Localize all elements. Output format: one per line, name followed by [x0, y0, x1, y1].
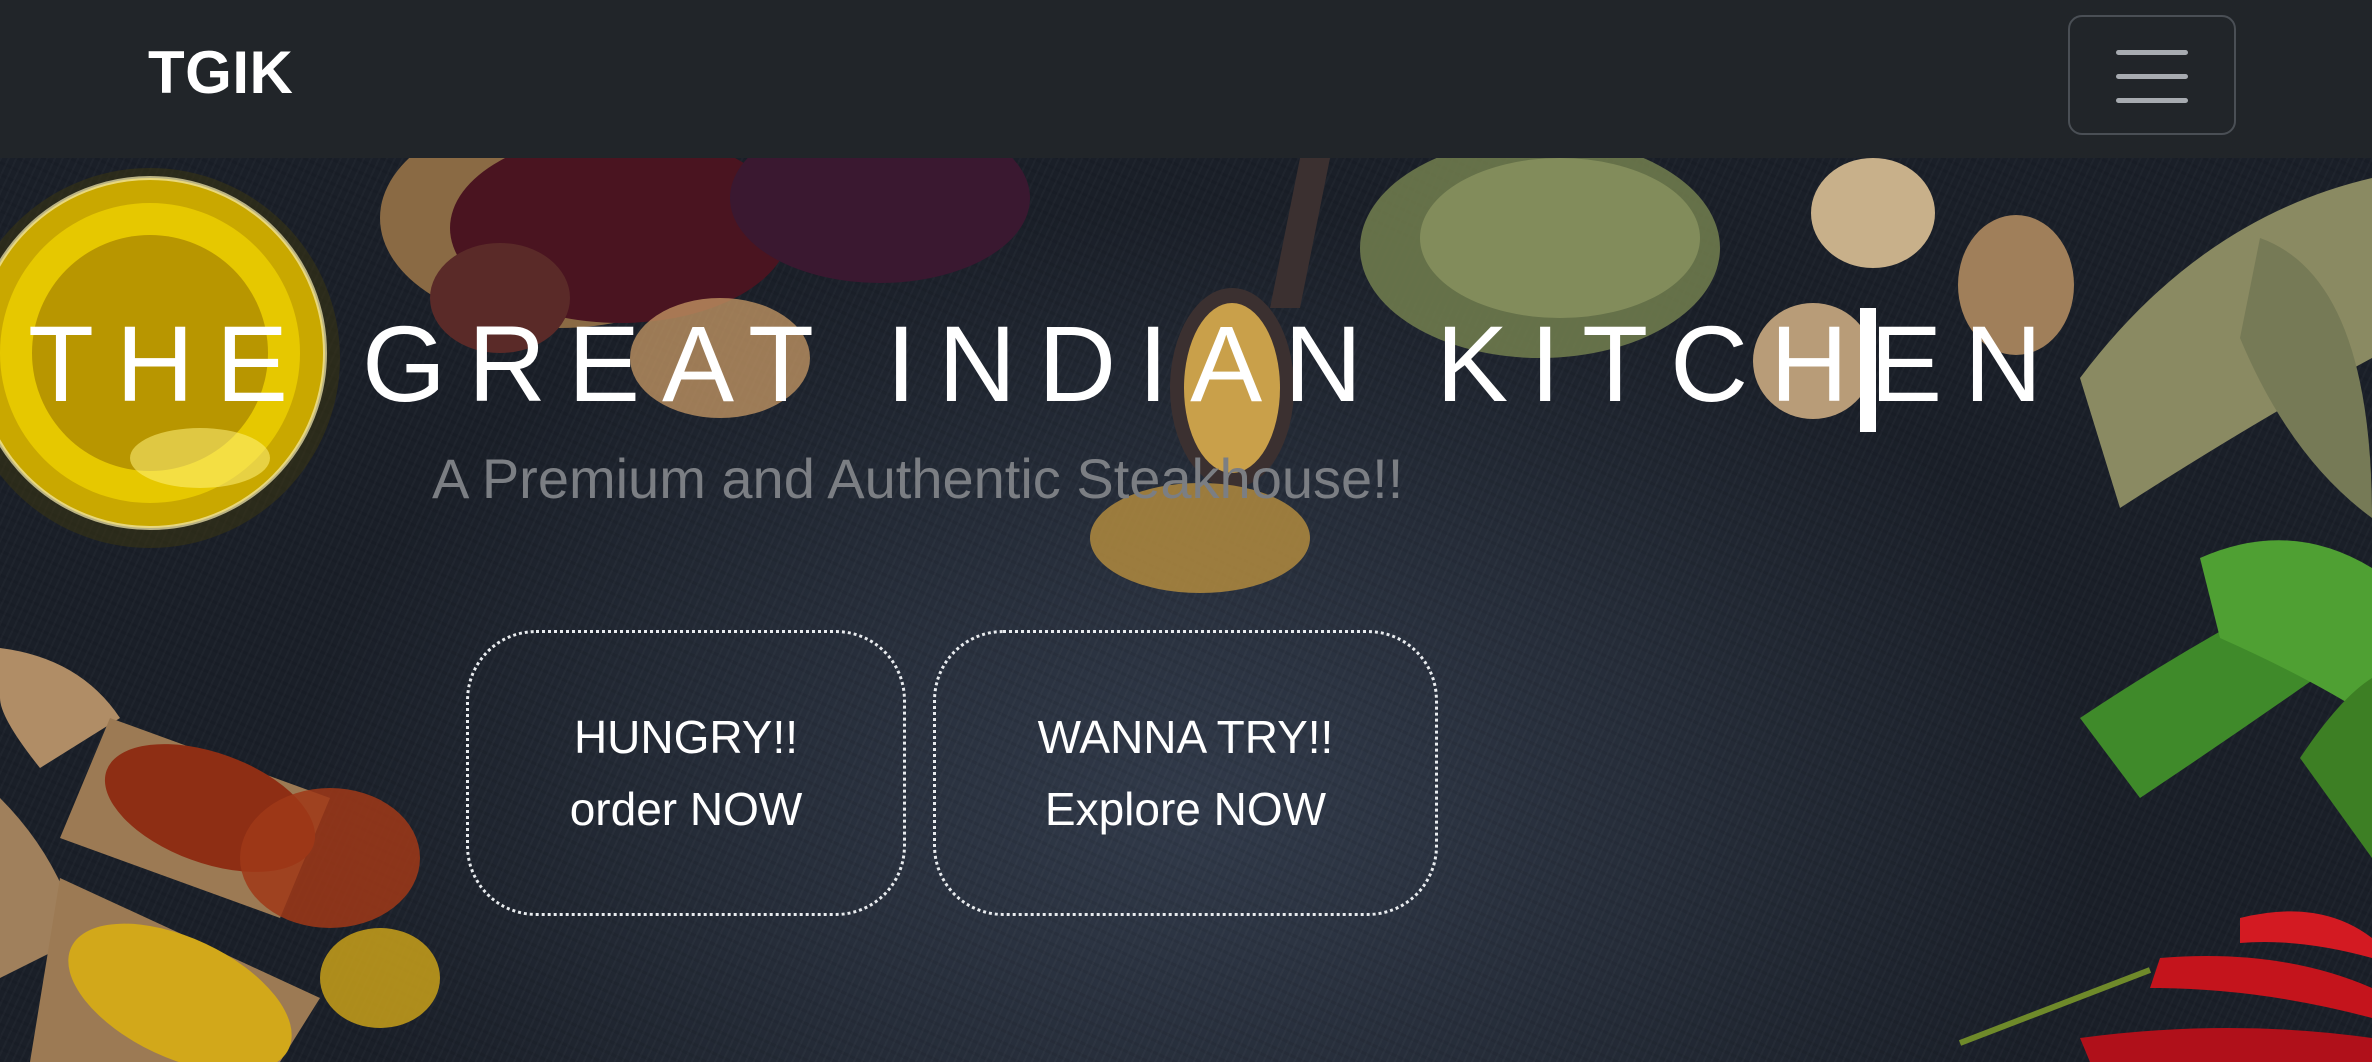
- brand-logo[interactable]: TGIK: [148, 38, 293, 107]
- hamburger-menu-icon: [2116, 50, 2188, 55]
- typing-cursor: [1860, 308, 1876, 432]
- hero-section: THE GREAT INDIAN KITCHEN A Premium and A…: [0, 158, 2372, 1062]
- hamburger-menu-icon: [2116, 74, 2188, 79]
- spice-decorations-image: [0, 158, 2372, 1062]
- order-button-line2: order NOW: [569, 783, 803, 835]
- order-now-button[interactable]: HUNGRY!! order NOW: [466, 630, 906, 916]
- order-button-line1: HUNGRY!!: [573, 711, 799, 763]
- bay-leaves-image: [2080, 178, 2372, 518]
- hamburger-menu-icon: [2116, 98, 2188, 103]
- parsley-image: [2080, 540, 2372, 858]
- hero-subtitle: A Premium and Authentic Steakhouse!!: [432, 447, 1404, 510]
- hero-title: THE GREAT INDIAN KITCHEN: [28, 303, 2065, 424]
- red-chilies-image: [1958, 911, 2372, 1062]
- explore-button-line1: WANNA TRY!!: [1037, 711, 1334, 763]
- navbar-toggle-button[interactable]: [2068, 15, 2236, 135]
- explore-button-line2: Explore NOW: [1044, 783, 1327, 835]
- navbar: TGIK: [0, 0, 2372, 158]
- spice-scoops-image: [0, 648, 440, 1062]
- explore-now-button[interactable]: WANNA TRY!! Explore NOW: [933, 630, 1438, 916]
